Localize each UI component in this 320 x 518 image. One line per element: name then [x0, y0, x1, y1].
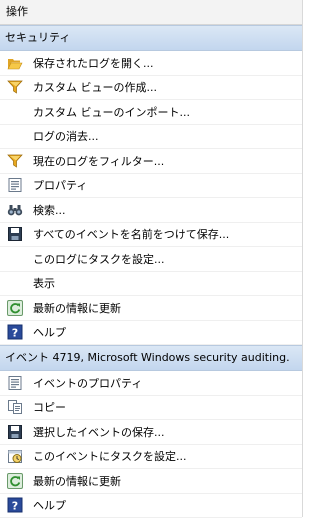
action-item-help[interactable]: ? ヘルプ — [0, 494, 302, 518]
action-item-label: 最新の情報に更新 — [33, 473, 121, 489]
action-item-action[interactable]: ログの消去... — [0, 125, 302, 150]
action-item-refresh[interactable]: 最新の情報に更新 — [0, 469, 302, 494]
action-item-save[interactable]: すべてのイベントを名前をつけて保存... — [0, 223, 302, 248]
action-item-label: ヘルプ — [33, 324, 66, 340]
action-item-label: 選択したイベントの保存... — [33, 424, 165, 440]
icon-placeholder — [7, 128, 23, 144]
properties-icon — [7, 375, 23, 391]
pane-title: 操作 — [0, 0, 302, 25]
svg-text:?: ? — [12, 327, 18, 340]
action-item-properties[interactable]: プロパティ — [0, 174, 302, 199]
action-item-label: すべてのイベントを名前をつけて保存... — [33, 226, 229, 242]
action-item-label: ヘルプ — [33, 497, 66, 513]
security-actions-list: 保存されたログを開く... カスタム ビューの作成... カスタム ビューのインポー… — [0, 51, 302, 345]
section-header-event[interactable]: イベント 4719, Microsoft Windows security au… — [0, 345, 302, 371]
action-item-binoculars[interactable]: 検索... — [0, 198, 302, 223]
action-item-action[interactable]: このログにタスクを設定... — [0, 247, 302, 272]
actions-pane: 操作 セキュリティ 保存されたログを開く... カスタム ビューの作成... カスタ… — [0, 0, 303, 517]
refresh-icon — [7, 300, 23, 316]
action-item-label: このイベントにタスクを設定... — [33, 448, 187, 464]
action-item-label: カスタム ビューのインポート... — [33, 104, 190, 120]
action-item-label: 現在のログをフィルター... — [33, 153, 164, 169]
action-item-label: このログにタスクを設定... — [33, 251, 165, 267]
action-item-label: 保存されたログを開く... — [33, 55, 154, 71]
help-icon: ? — [7, 497, 23, 513]
action-item-label: 表示 — [33, 275, 55, 291]
action-item-task[interactable]: このイベントにタスクを設定... — [0, 445, 302, 470]
icon-placeholder — [7, 104, 23, 120]
action-item-label: 最新の情報に更新 — [33, 300, 121, 316]
action-item-action[interactable]: カスタム ビューのインポート... — [0, 100, 302, 125]
action-item-label: ログの消去... — [33, 128, 99, 144]
properties-icon — [7, 177, 23, 193]
action-item-label: イベントのプロパティ — [33, 375, 142, 391]
action-item-folder-open[interactable]: 保存されたログを開く... — [0, 51, 302, 76]
action-item-label: プロパティ — [33, 177, 87, 193]
svg-text:?: ? — [12, 500, 18, 513]
event-actions-list: イベントのプロパティコピー選択したイベントの保存... このイベントにタスクを設定… — [0, 371, 302, 518]
action-item-save[interactable]: 選択したイベントの保存... — [0, 420, 302, 445]
save-icon — [7, 424, 23, 440]
action-item-filter[interactable]: 現在のログをフィルター... — [0, 149, 302, 174]
folder-open-icon — [7, 55, 23, 71]
copy-icon — [7, 399, 23, 415]
action-item-filter[interactable]: カスタム ビューの作成... — [0, 76, 302, 101]
action-item-properties[interactable]: イベントのプロパティ — [0, 371, 302, 396]
filter-icon — [7, 79, 23, 95]
filter-icon — [7, 153, 23, 169]
section-header-security[interactable]: セキュリティ — [0, 25, 302, 51]
action-item-refresh[interactable]: 最新の情報に更新 — [0, 296, 302, 321]
icon-placeholder — [7, 275, 23, 291]
icon-placeholder — [7, 251, 23, 267]
action-item-help[interactable]: ? ヘルプ — [0, 321, 302, 346]
refresh-icon — [7, 473, 23, 489]
action-item-label: コピー — [33, 399, 66, 415]
help-icon: ? — [7, 324, 23, 340]
action-item-label: カスタム ビューの作成... — [33, 79, 157, 95]
binoculars-icon — [7, 202, 23, 218]
save-icon — [7, 226, 23, 242]
action-item-copy[interactable]: コピー — [0, 396, 302, 421]
action-item-action[interactable]: 表示 — [0, 272, 302, 297]
task-icon — [7, 448, 23, 464]
action-item-label: 検索... — [33, 202, 66, 218]
